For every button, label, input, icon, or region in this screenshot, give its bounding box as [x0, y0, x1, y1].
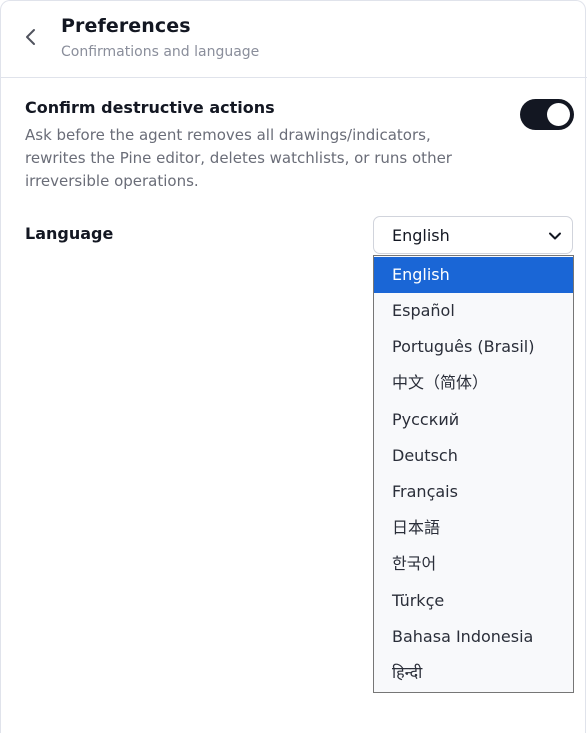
language-option[interactable]: Deutsch: [374, 438, 573, 474]
language-option[interactable]: 한국어: [374, 546, 573, 582]
language-option[interactable]: Français: [374, 474, 573, 510]
language-option[interactable]: Español: [374, 293, 573, 329]
language-label: Language: [25, 224, 114, 243]
language-option[interactable]: Türkçe: [374, 583, 573, 619]
language-option[interactable]: हिन्दी: [374, 655, 573, 691]
language-select[interactable]: English: [373, 216, 573, 254]
chevron-left-icon: [24, 27, 38, 51]
confirm-destructive-toggle[interactable]: [520, 99, 574, 130]
preferences-panel: Preferences Confirmations and language C…: [0, 0, 587, 733]
chevron-down-icon: [546, 227, 564, 245]
confirm-destructive-description: Ask before the agent removes all drawing…: [25, 126, 452, 190]
language-option[interactable]: Русский: [374, 402, 573, 438]
language-option[interactable]: Bahasa Indonesia: [374, 619, 573, 655]
confirm-destructive-title: Confirm destructive actions: [25, 98, 275, 117]
page-subtitle: Confirmations and language: [61, 44, 260, 60]
toggle-knob: [547, 103, 570, 126]
language-option[interactable]: 日本語: [374, 510, 573, 546]
language-option[interactable]: 中文（简体）: [374, 365, 573, 401]
language-select-value: English: [392, 226, 450, 245]
back-button[interactable]: [15, 23, 47, 55]
panel-header: Preferences Confirmations and language: [1, 1, 587, 78]
language-option[interactable]: Português (Brasil): [374, 329, 573, 365]
language-option[interactable]: English: [374, 257, 573, 293]
language-dropdown-list: English Español Português (Brasil) 中文（简体） Ру…: [373, 255, 574, 693]
page-title: Preferences: [61, 15, 191, 37]
